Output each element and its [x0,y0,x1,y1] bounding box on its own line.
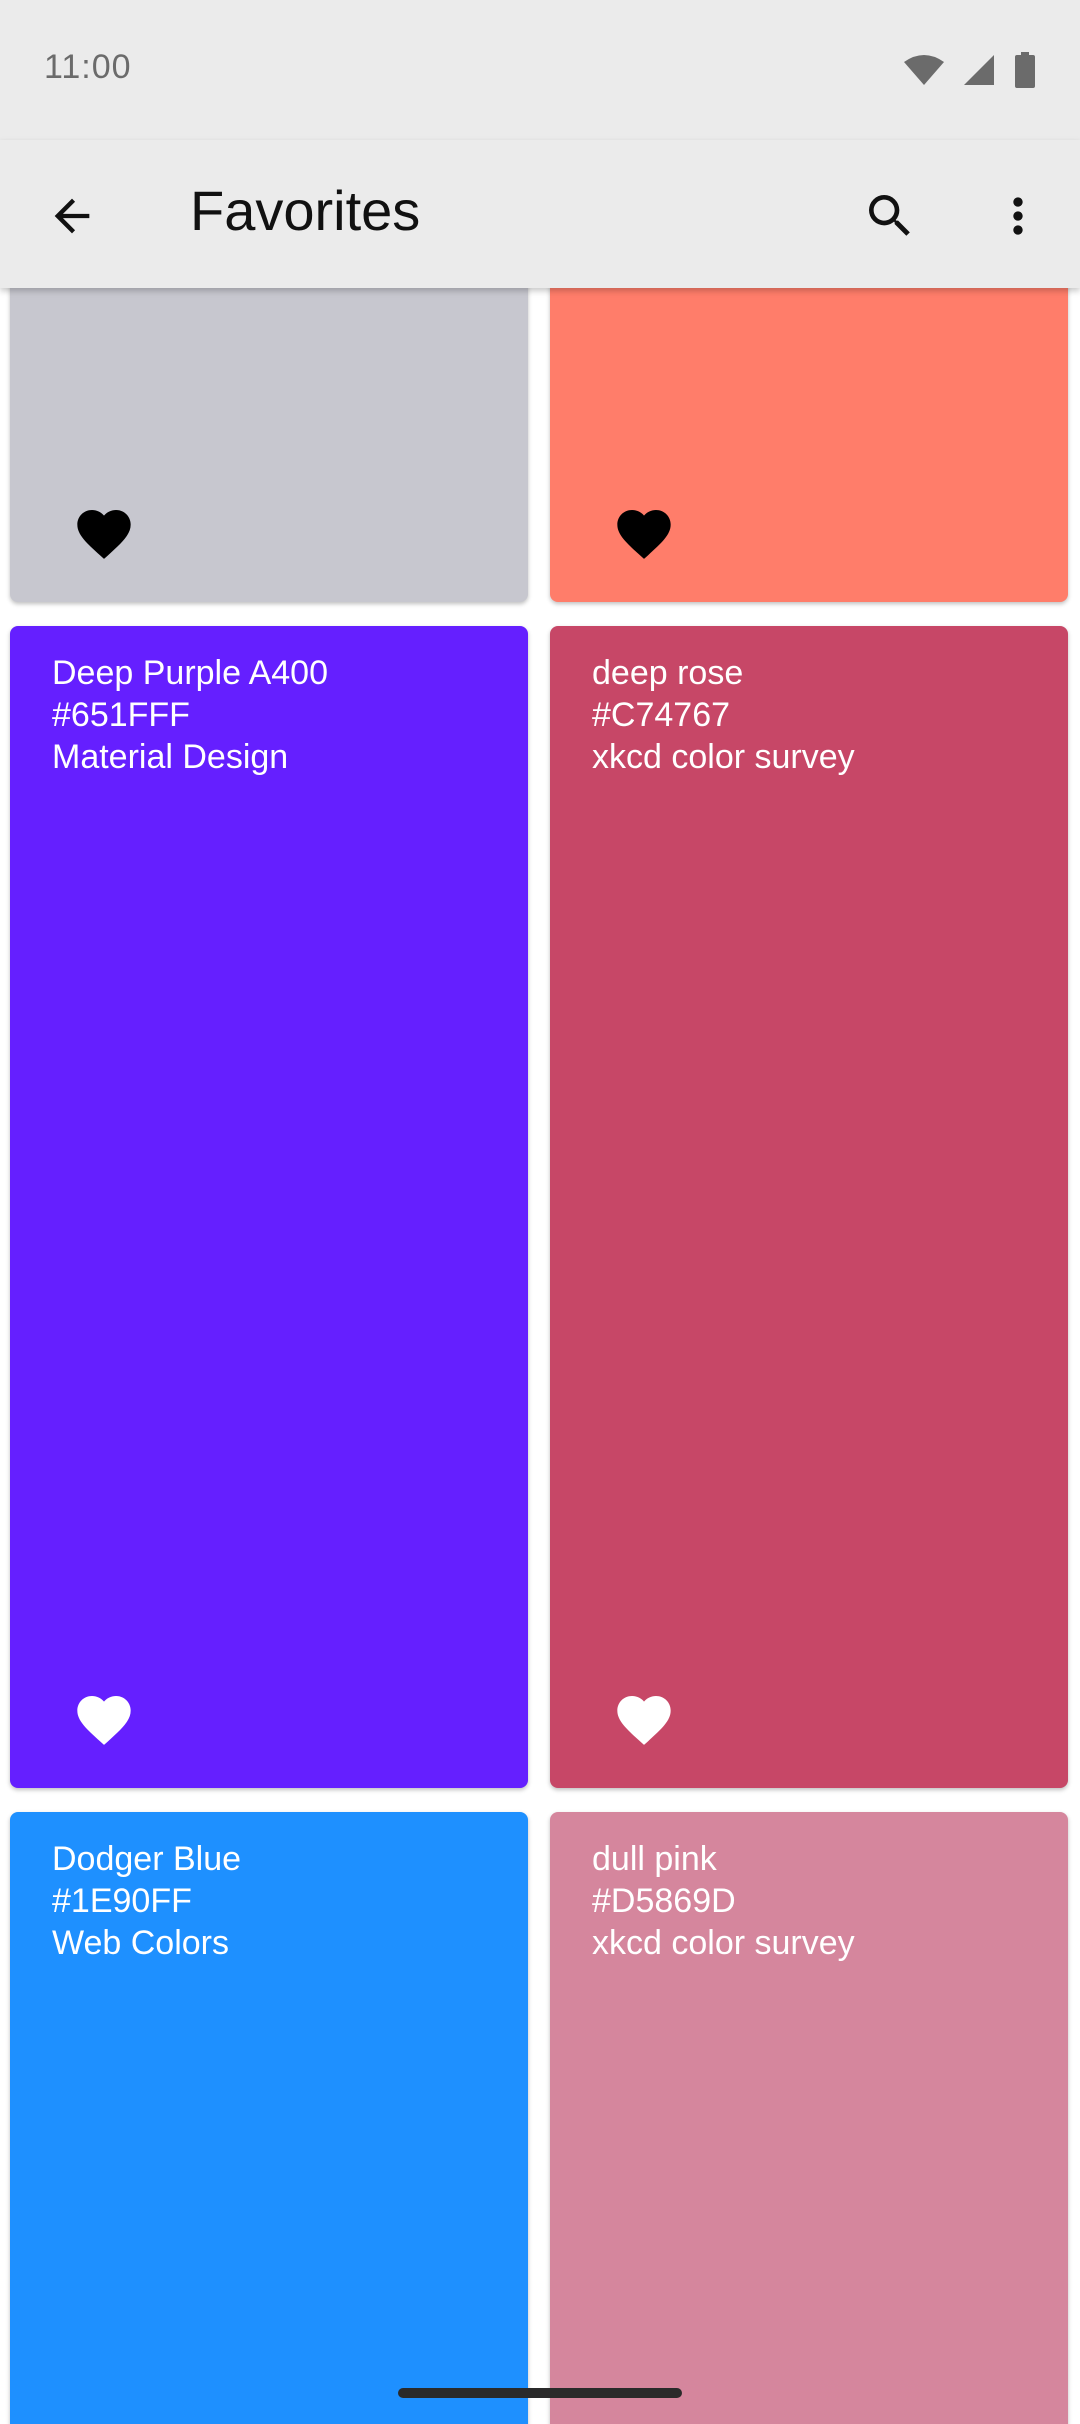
color-card[interactable] [10,268,528,602]
color-hex: #D5869D [592,1882,736,1920]
back-button[interactable] [40,184,104,248]
color-source: Web Colors [52,1924,229,1962]
heart-icon[interactable] [72,502,136,566]
page-title: Favorites [190,179,421,242]
color-hex: #C74767 [592,696,731,734]
signal-icon [964,55,994,85]
color-card[interactable]: dull pink #D5869D xkcd color survey [550,1812,1068,2424]
status-bar: 11:00 [0,0,1080,140]
color-card[interactable]: Deep Purple A400 #651FFF Material Design [10,626,528,1788]
color-card[interactable]: Dodger Blue #1E90FF Web Colors [10,1812,528,2424]
color-hex: #651FFF [52,696,190,734]
color-info: deep rose #C74767 xkcd color survey [592,652,855,778]
status-time: 11:00 [44,48,132,86]
search-icon [869,195,910,236]
favorites-screen: Deep Purple A400 #651FFF Material Design… [0,0,1080,2424]
color-source: xkcd color survey [592,738,855,776]
color-source: xkcd color survey [592,1924,855,1962]
color-card[interactable]: deep rose #C74767 xkcd color survey [550,626,1068,1788]
color-name: Deep Purple A400 [52,654,328,692]
arrow-back-icon [54,198,90,234]
color-name: Dodger Blue [52,1840,242,1878]
color-info: Deep Purple A400 #651FFF Material Design [52,652,328,778]
status-icons [904,52,1036,88]
color-info: Dodger Blue #1E90FF Web Colors [52,1838,241,1964]
color-name: dull pink [592,1840,717,1878]
battery-icon [1015,52,1035,88]
heart-icon[interactable] [612,502,676,566]
more-options-button[interactable] [986,184,1050,248]
color-name: deep rose [592,654,744,692]
wifi-icon [904,55,944,85]
color-card[interactable] [550,268,1068,602]
more-vert-icon [1013,197,1023,235]
heart-icon[interactable] [72,1688,136,1752]
color-hex: #1E90FF [52,1882,192,1920]
heart-icon[interactable] [612,1688,676,1752]
search-button[interactable] [858,184,922,248]
color-source: Material Design [52,738,289,776]
gesture-nav-handle[interactable] [398,2388,682,2398]
app-bar: Favorites [0,140,1080,288]
color-info: dull pink #D5869D xkcd color survey [592,1838,855,1964]
